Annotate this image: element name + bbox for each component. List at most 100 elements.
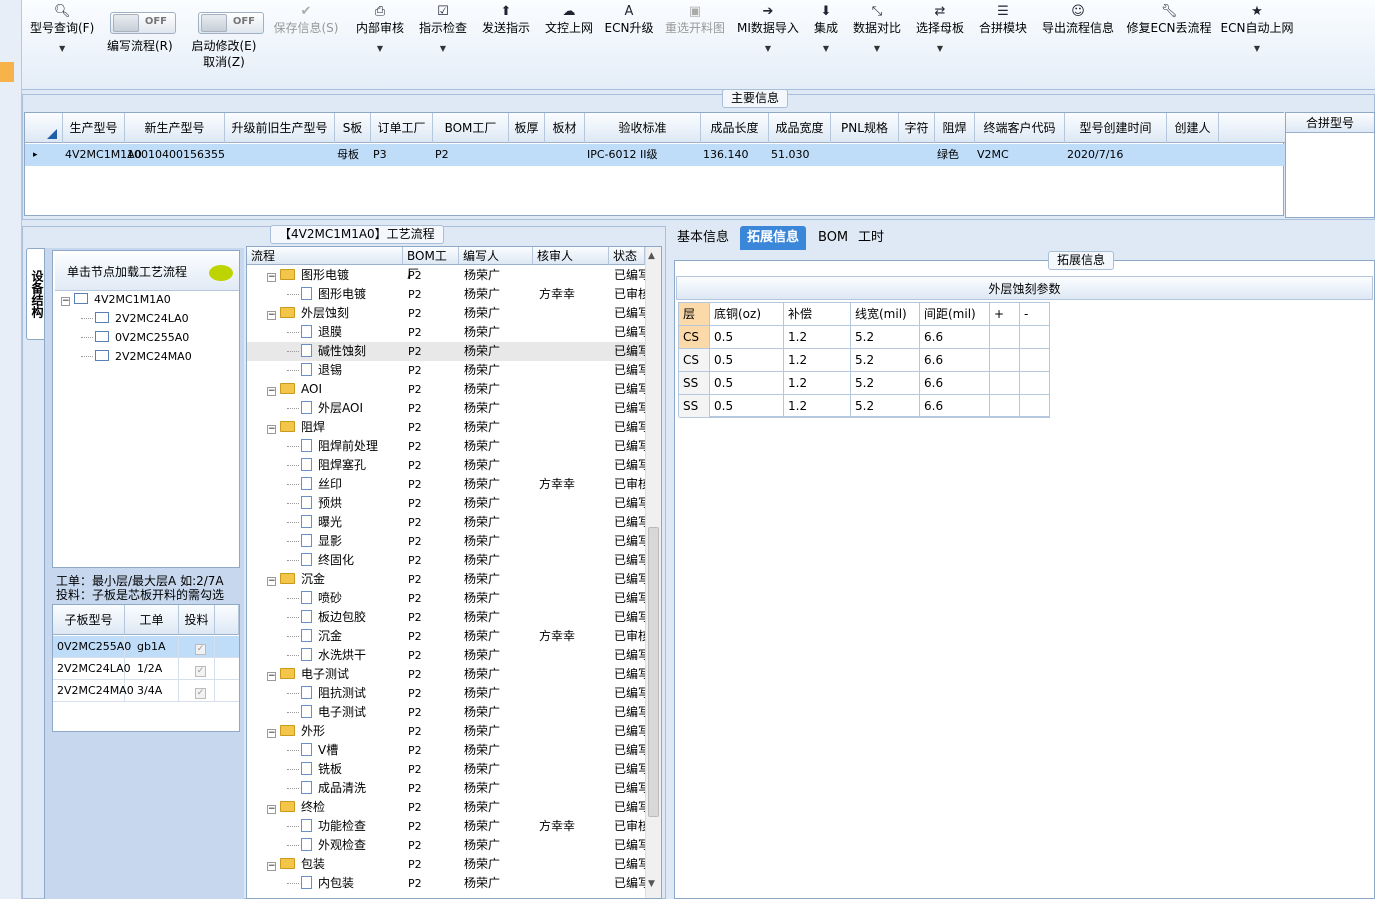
etch-column-header[interactable]: +	[990, 303, 1020, 326]
flow-row[interactable]: 阻焊前处理 P2 杨荣广 已编写	[247, 437, 645, 456]
column-header[interactable]: 字符	[899, 113, 935, 143]
etch-cell[interactable]: 0.5	[710, 395, 784, 418]
column-header[interactable]: 新生产型号	[125, 113, 225, 143]
etch-cell[interactable]: 0.5	[710, 372, 784, 395]
flow-row[interactable]: 阻焊塞孔 P2 杨荣广 已编写	[247, 456, 645, 475]
toolbar-button-12[interactable]: ☰ 合拼模块	[979, 4, 1027, 36]
flow-row[interactable]: − 图形电镀 P2 杨荣广 已编写	[247, 266, 645, 285]
load-flow-button[interactable]: 单击节点加载工艺流程	[55, 253, 239, 291]
toolbar-button-9[interactable]: ⬇ 集成 ▼	[814, 4, 838, 56]
grid-cell[interactable]: 2020/7/16	[1063, 144, 1123, 166]
toggle-label-2[interactable]: 取消(Z)	[192, 54, 257, 70]
subgrid-row[interactable]: 2V2MC24MA0 3/4A ✓	[53, 680, 239, 702]
tree-child-node[interactable]: 0V2MC255A0	[81, 329, 189, 347]
column-header[interactable]: PNL规格	[831, 113, 899, 143]
toolbar-button-15[interactable]: ★ ECN自动上网 ▼	[1221, 4, 1294, 56]
grid-cell[interactable]: 绿色	[933, 144, 959, 166]
dropdown-arrow-icon[interactable]: ▼	[30, 42, 94, 56]
flow-row[interactable]: 外层AOI P2 杨荣广 已编写	[247, 399, 645, 418]
flow-row[interactable]: − 外形 P2 杨荣广 已编写	[247, 722, 645, 741]
etch-row[interactable]: CS 0.5 1.2 5.2 6.6	[679, 349, 1050, 372]
tab-0[interactable]: 基本信息	[670, 226, 736, 250]
tab-3[interactable]: 工时	[851, 226, 891, 250]
grid-cell[interactable]	[543, 144, 547, 166]
flow-row[interactable]: 丝印 P2 杨荣广 方幸幸 已审核	[247, 475, 645, 494]
tree-child-node[interactable]: 2V2MC24LA0	[81, 310, 189, 328]
etch-cell[interactable]: 5.2	[851, 349, 920, 372]
flow-row[interactable]: − 外层蚀刻 P2 杨荣广 已编写	[247, 304, 645, 323]
etch-cell[interactable]: 6.6	[920, 326, 990, 349]
column-header[interactable]: 型号创建时间	[1065, 113, 1167, 143]
feeding-checkbox[interactable]: ✓	[195, 688, 206, 699]
etch-row[interactable]: SS 0.5 1.2 5.2 6.6	[679, 372, 1050, 395]
flow-column-header[interactable]: 状态	[609, 247, 645, 265]
flow-row[interactable]: 沉金 P2 杨荣广 方幸幸 已审核	[247, 627, 645, 646]
flow-row[interactable]: 终固化 P2 杨荣广 已编写	[247, 551, 645, 570]
scroll-up-icon[interactable]: ▲	[648, 251, 655, 261]
column-header[interactable]: S板	[335, 113, 371, 143]
etch-cell[interactable]	[990, 395, 1020, 418]
etch-column-header[interactable]: -	[1020, 303, 1050, 326]
etch-cell[interactable]: SS	[679, 372, 710, 395]
dropdown-arrow-icon[interactable]: ▼	[737, 42, 799, 56]
etch-cell[interactable]: 1.2	[784, 326, 851, 349]
subgrid-header[interactable]: 子板型号	[53, 605, 125, 635]
collapse-icon[interactable]: −	[267, 273, 276, 282]
etch-cell[interactable]: 1.2	[784, 372, 851, 395]
toolbar-button-0[interactable]: 🔍︎ 型号查询(F) ▼	[30, 4, 94, 56]
grid-cell[interactable]: 136.140	[699, 144, 749, 166]
toggle-switch-1[interactable]: OFF	[198, 12, 264, 34]
column-header[interactable]: 订单工厂	[371, 113, 433, 143]
etch-cell[interactable]	[1020, 395, 1050, 418]
flow-row[interactable]: 成品清洗 P2 杨荣广 已编写	[247, 779, 645, 798]
etch-row[interactable]: SS 0.5 1.2 5.2 6.6	[679, 395, 1050, 418]
flow-row[interactable]: 显影 P2 杨荣广 已编写	[247, 532, 645, 551]
etch-row[interactable]: CS 0.5 1.2 5.2 6.6	[679, 326, 1050, 349]
tree-child-node[interactable]: 2V2MC24MA0	[81, 348, 192, 366]
grid-cell[interactable]	[507, 144, 511, 166]
toolbar-button-4[interactable]: ⬆ 发送指示	[482, 4, 530, 36]
flow-column-header[interactable]: 核审人	[533, 247, 609, 265]
flow-row[interactable]: 退膜 P2 杨荣广 已编写	[247, 323, 645, 342]
dropdown-arrow-icon[interactable]: ▼	[356, 42, 404, 56]
column-header[interactable]: 终端客户代码	[975, 113, 1065, 143]
dropdown-arrow-icon[interactable]: ▼	[419, 42, 467, 56]
grid-cell[interactable]: V2MC	[973, 144, 1009, 166]
subgrid-header[interactable]: 投料	[179, 605, 215, 635]
column-header[interactable]: 成品长度	[701, 113, 769, 143]
etch-cell[interactable]: 0.5	[710, 349, 784, 372]
dropdown-arrow-icon[interactable]: ▼	[916, 42, 964, 56]
flow-row[interactable]: 铣板 P2 杨荣广 已编写	[247, 760, 645, 779]
flow-row[interactable]: 预烘 P2 杨荣广 已编写	[247, 494, 645, 513]
toolbar-button-6[interactable]: A ECN升级	[605, 4, 654, 36]
grid-cell[interactable]	[829, 144, 833, 166]
grid-cell[interactable]: P2	[431, 144, 449, 166]
toolbar-button-1[interactable]: ✔ 保存信息(S)	[274, 4, 339, 36]
etch-cell[interactable]: 6.6	[920, 395, 990, 418]
flow-column-header[interactable]: 编写人	[459, 247, 533, 265]
etch-cell[interactable]	[990, 326, 1020, 349]
toolbar-button-10[interactable]: ⤡ 数据对比 ▼	[853, 4, 901, 56]
toolbar-button-3[interactable]: ☑ 指示检查 ▼	[419, 4, 467, 56]
dropdown-arrow-icon[interactable]: ▼	[814, 42, 838, 56]
grid-cell[interactable]: 母板	[333, 144, 359, 166]
column-header[interactable]: 验收标准	[585, 113, 701, 143]
subgrid-row[interactable]: 2V2MC24LA0 1/2A ✓	[53, 658, 239, 680]
flow-row[interactable]: 外观检查 P2 杨荣广 已编写	[247, 836, 645, 855]
grid-row-selected[interactable]: ▸ 4V2MC1M1A0 10010400156355 母板 P3 P2 IPC-6012 …	[25, 144, 1285, 166]
grid-cell[interactable]	[223, 144, 227, 166]
etch-cell[interactable]: CS	[679, 349, 710, 372]
grid-cell[interactable]	[1165, 144, 1169, 166]
toolbar-button-14[interactable]: 🔧︎ 修复ECN丢流程	[1127, 4, 1212, 36]
feeding-checkbox[interactable]: ✓	[195, 644, 206, 655]
flow-row[interactable]: 内包装 P2 杨荣广 已编写	[247, 874, 645, 893]
collapse-icon[interactable]: −	[267, 805, 276, 814]
etch-cell[interactable]	[1020, 372, 1050, 395]
etch-cell[interactable]: 5.2	[851, 372, 920, 395]
etch-cell[interactable]: 5.2	[851, 395, 920, 418]
column-header[interactable]: 生产型号	[63, 113, 125, 143]
dropdown-arrow-icon[interactable]: ▼	[853, 42, 901, 56]
toolbar-button-11[interactable]: ⇄ 选择母板 ▼	[916, 4, 964, 56]
grid-cell[interactable]: IPC-6012 II级	[583, 144, 658, 166]
tab-2[interactable]: BOM	[811, 226, 855, 250]
